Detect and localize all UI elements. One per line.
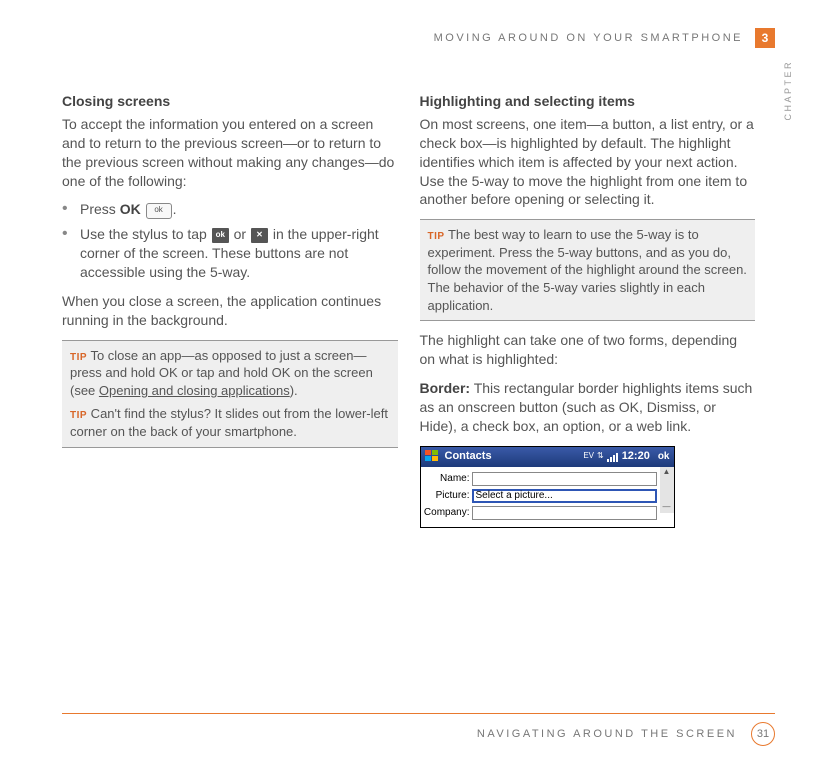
tip-label: TIP (70, 352, 87, 363)
device-time: 12:20 (622, 449, 650, 464)
device-titlebar: Contacts EV ⇅ 12:20 ok (421, 447, 674, 467)
footer: NAVIGATING AROUND THE SCREEN 31 (62, 713, 775, 746)
closing-screens-heading: Closing screens (62, 92, 398, 111)
bullet1-suffix (141, 201, 145, 217)
device-screenshot: Contacts EV ⇅ 12:20 ok Name: (420, 446, 675, 528)
bullet1-ok-word: OK (120, 201, 141, 217)
tip-box-right: TIP The best way to learn to use the 5-w… (420, 219, 756, 321)
device-body: Name: Picture: Select a picture... Compa… (421, 467, 660, 527)
company-input (472, 506, 657, 520)
border-text: This rectangular border highlights items… (420, 380, 753, 434)
bullet2-mid: or (230, 226, 250, 242)
page-number: 31 (751, 722, 775, 746)
name-label: Name: (424, 472, 470, 486)
list-item: Use the stylus to tap ok or ✕ in the upp… (62, 225, 398, 282)
closing-steps-list: Press OK ok. Use the stylus to tap ok or… (62, 200, 398, 282)
tip-label: TIP (70, 410, 87, 421)
border-para: Border: This rectangular border highligh… (420, 379, 756, 436)
bullet1-prefix: Press (80, 201, 120, 217)
ev-indicator: EV (583, 451, 594, 462)
ok-button-icon: ok (146, 203, 172, 219)
chapter-number-tab: 3 (755, 28, 775, 48)
left-column: Closing screens To accept the informatio… (62, 92, 398, 528)
data-arrows-icon: ⇅ (597, 451, 604, 462)
tip2-text: Can't find the stylus? It slides out fro… (70, 406, 388, 439)
highlighting-heading: Highlighting and selecting items (420, 92, 756, 111)
device-scrollbar: ▲ — (660, 467, 674, 513)
tip-label: TIP (428, 231, 445, 242)
signal-bars-icon (607, 452, 618, 462)
close-small-icon: ✕ (251, 228, 268, 243)
device-title: Contacts (445, 449, 492, 464)
chapter-label: CHAPTER (783, 60, 793, 121)
bullet2-prefix: Use the stylus to tap (80, 226, 211, 242)
scroll-up-icon: ▲ (663, 467, 671, 478)
tip-box-left: TIP To close an app—as opposed to just a… (62, 340, 398, 448)
border-label: Border: (420, 380, 471, 396)
highlight-forms-para: The highlight can take one of two forms,… (420, 331, 756, 369)
device-row-picture: Picture: Select a picture... (424, 489, 657, 503)
ok-small-icon: ok (212, 228, 229, 243)
picture-input-highlighted: Select a picture... (472, 489, 657, 503)
bullet1-after: . (173, 201, 177, 217)
closing-para2: When you close a screen, the application… (62, 292, 398, 330)
list-item: Press OK ok. (62, 200, 398, 219)
highlighting-intro: On most screens, one item—a button, a li… (420, 115, 756, 209)
footer-title: NAVIGATING AROUND THE SCREEN (477, 728, 737, 740)
device-row-name: Name: (424, 472, 657, 486)
name-input (472, 472, 657, 486)
company-label: Company: (424, 506, 470, 520)
closing-intro: To accept the information you entered on… (62, 115, 398, 191)
tip1-text-after: ). (290, 383, 298, 398)
scroll-down-icon: — (663, 502, 671, 513)
tip-right-text: The best way to learn to use the 5-way i… (428, 227, 747, 312)
picture-label: Picture: (424, 489, 470, 503)
running-head: MOVING AROUND ON YOUR SMARTPHONE (434, 32, 743, 44)
device-row-company: Company: (424, 506, 657, 520)
right-column: Highlighting and selecting items On most… (420, 92, 756, 528)
windows-flag-icon (425, 450, 441, 464)
status-icons: EV ⇅ (583, 451, 617, 462)
tip1-link: Opening and closing applications (99, 383, 290, 398)
device-ok-button: ok (658, 450, 670, 464)
